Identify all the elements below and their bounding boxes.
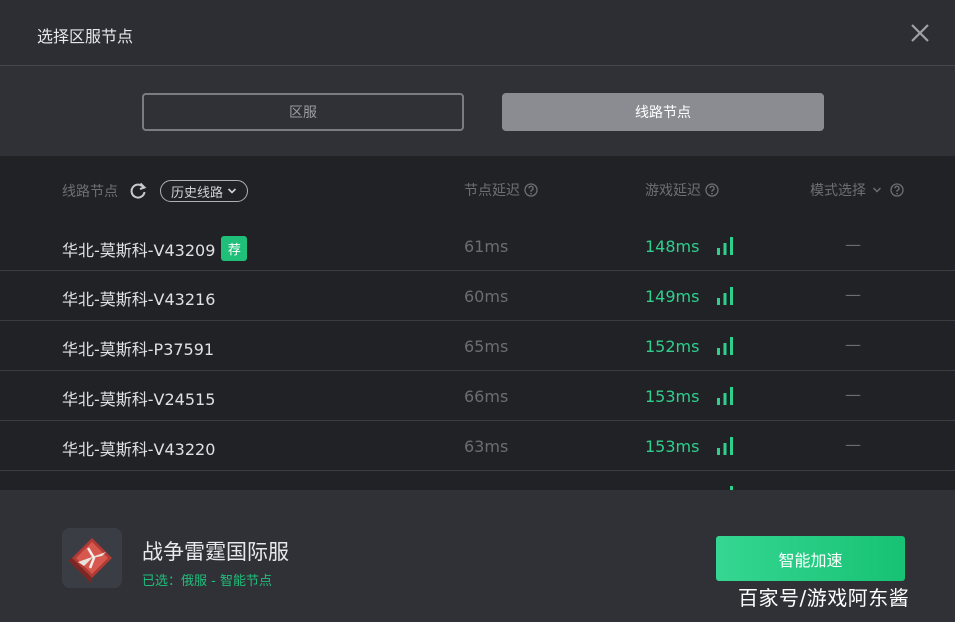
- list-item[interactable]: 华北-莫斯科-V43209 荐 61ms 148ms —: [0, 221, 955, 271]
- node-latency: 61ms: [464, 237, 509, 256]
- title-bar: 选择区服节点: [0, 0, 955, 66]
- mode-value[interactable]: —: [845, 285, 861, 304]
- header-game-latency: 游戏延迟: [645, 180, 719, 200]
- header-game-latency-label: 游戏延迟: [645, 183, 701, 199]
- game-emblem: [62, 528, 122, 588]
- node-latency: 60ms: [464, 287, 509, 306]
- node-name: 华北-莫斯科-P37591: [62, 336, 214, 360]
- watermark: 百家号/游戏阿东酱: [738, 586, 910, 610]
- mode-value[interactable]: —: [845, 235, 861, 254]
- header-node-latency-label: 节点延迟: [464, 183, 520, 199]
- dialog-title: 选择区服节点: [37, 27, 134, 46]
- signal-icon: [717, 387, 733, 405]
- smart-accelerate-button[interactable]: 智能加速: [716, 536, 905, 581]
- mode-value[interactable]: —: [845, 385, 861, 404]
- node-name-text: 华北-莫斯科-V43216: [62, 290, 216, 309]
- help-icon[interactable]: [524, 183, 538, 197]
- refresh-icon[interactable]: [128, 181, 148, 201]
- close-icon[interactable]: [907, 20, 933, 46]
- node-name-text: 华北-莫斯科-P37591: [62, 340, 215, 359]
- chevron-down-icon: [227, 188, 237, 194]
- list-item[interactable]: 华北-莫斯科-P37591 65ms 152ms —: [0, 321, 955, 371]
- recommended-badge: 荐: [221, 236, 248, 261]
- tab-line-node[interactable]: 线路节点: [502, 93, 824, 131]
- game-latency: 153ms: [645, 387, 700, 406]
- tab-region[interactable]: 区服: [142, 93, 464, 131]
- node-name-text: 华北-莫斯科-V43209: [62, 240, 216, 260]
- node-list: 线路节点 历史线路 节点延迟 游戏延迟 模式选择 华北-莫斯科-V43209 荐…: [0, 156, 955, 490]
- signal-icon: [717, 237, 733, 255]
- node-latency: 63ms: [464, 437, 509, 456]
- game-latency: 149ms: [645, 287, 700, 306]
- header-node-latency: 节点延迟: [464, 180, 538, 200]
- list-item[interactable]: 华北-莫斯科-V43216 60ms 149ms —: [0, 271, 955, 321]
- game-latency: 152ms: [645, 337, 700, 356]
- chevron-down-icon: [873, 187, 881, 193]
- help-icon[interactable]: [890, 183, 904, 197]
- game-icon: [62, 528, 122, 588]
- list-item[interactable]: 华北-莫斯科-V24515 66ms 153ms —: [0, 371, 955, 421]
- list-item[interactable]: 华北-莫斯科-V43220 63ms 153ms —: [0, 421, 955, 471]
- node-latency: 65ms: [464, 337, 509, 356]
- game-name: 战争雷霆国际服: [142, 540, 289, 564]
- mode-value[interactable]: —: [845, 435, 861, 454]
- history-lines-label: 历史线路: [171, 185, 224, 201]
- mode-value[interactable]: —: [845, 335, 861, 354]
- game-latency: 153ms: [645, 437, 700, 456]
- signal-icon: [717, 337, 733, 355]
- header-mode-label: 模式选择: [810, 183, 866, 199]
- node-name-text: 华北-莫斯科-V43220: [62, 440, 216, 459]
- history-lines-button[interactable]: 历史线路: [160, 180, 249, 202]
- signal-icon: [717, 437, 733, 455]
- game-latency: 148ms: [645, 237, 700, 256]
- header-node: 线路节点 历史线路: [62, 180, 249, 202]
- node-name: 华北-莫斯科-V43220: [62, 436, 215, 460]
- header-node-label: 线路节点: [62, 184, 118, 200]
- footer: 战争雷霆国际服 已选：俄服 - 智能节点 智能加速 百家号/游戏阿东酱: [0, 490, 955, 622]
- header-mode[interactable]: 模式选择: [810, 180, 904, 200]
- node-latency: 66ms: [464, 387, 509, 406]
- help-icon[interactable]: [705, 183, 719, 197]
- node-name: 华北-莫斯科-V43216: [62, 286, 215, 310]
- tab-bar: 区服 线路节点: [0, 66, 955, 156]
- node-name: 华北-莫斯科-V24515: [62, 386, 215, 410]
- node-name-text: 华北-莫斯科-V24515: [62, 390, 216, 409]
- signal-icon: [717, 287, 733, 305]
- selected-server: 已选：俄服 - 智能节点: [142, 574, 272, 589]
- node-name: 华北-莫斯科-V43209 荐: [62, 236, 248, 261]
